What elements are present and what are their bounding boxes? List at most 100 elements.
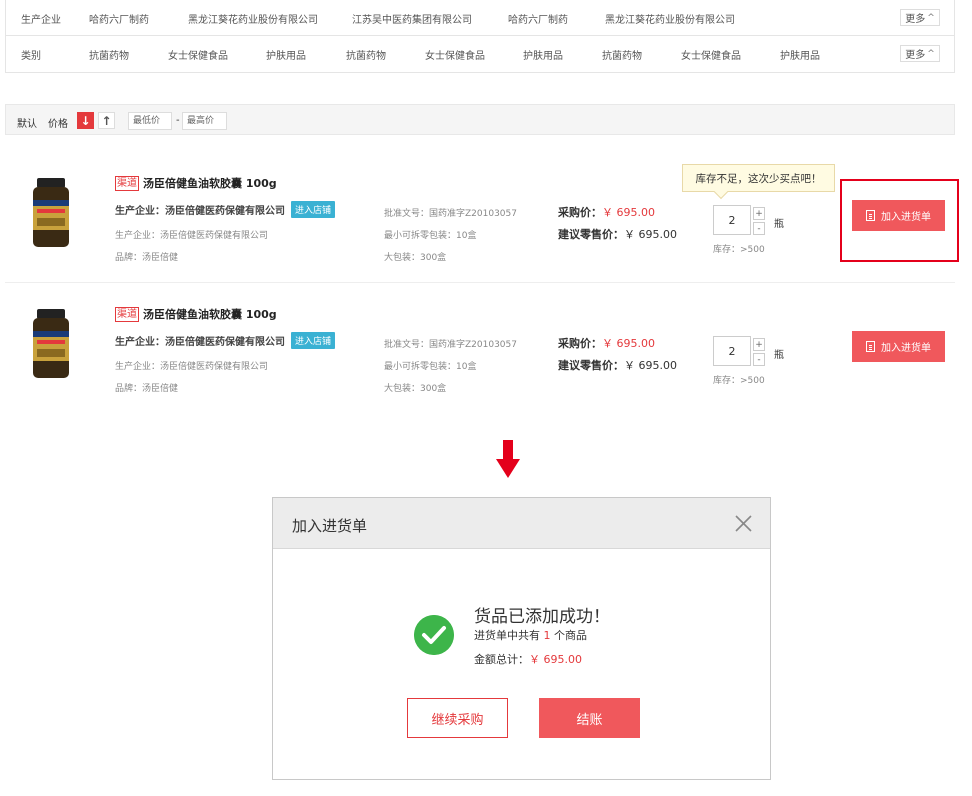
stock-label: 库存：>500 bbox=[713, 245, 765, 255]
filter-option[interactable]: 护肤用品 bbox=[523, 47, 563, 62]
filter-option[interactable]: 江苏吴中医药集团有限公司 bbox=[352, 11, 472, 26]
unit-label: 瓶 bbox=[774, 350, 784, 361]
more-button[interactable]: 更多 ^ bbox=[900, 9, 940, 26]
filter-option[interactable]: 女士保健食品 bbox=[681, 47, 741, 62]
purchase-price: ￥ 695.00 bbox=[602, 337, 655, 350]
brand: 品牌：汤臣倍健 bbox=[115, 384, 179, 394]
quantity-input[interactable]: 2 bbox=[713, 336, 751, 366]
filter-option[interactable]: 护肤用品 bbox=[780, 47, 820, 62]
filter-label: 类别 bbox=[21, 51, 41, 62]
filter-option[interactable]: 黑龙江葵花药业股份有限公司 bbox=[605, 11, 735, 26]
maker-row: 生产企业：汤臣倍健医药保健有限公司 进入店铺 bbox=[115, 201, 336, 218]
sort-asc-button[interactable]: ↑ bbox=[98, 112, 115, 129]
stock-tooltip: 库存不足，这次少买点吧！ bbox=[682, 164, 835, 192]
sort-default[interactable]: 默认 bbox=[17, 115, 37, 130]
product-name[interactable]: 汤臣倍健鱼油软胶囊 100g bbox=[143, 306, 277, 322]
product-image[interactable] bbox=[27, 309, 75, 381]
price-range-dash: - bbox=[176, 115, 180, 126]
more-label: 更多 bbox=[905, 14, 926, 25]
purchase-price-label: 采购价： bbox=[558, 337, 602, 350]
checkout-button[interactable]: 结账 bbox=[539, 698, 640, 738]
continue-shopping-button[interactable]: 继续采购 bbox=[407, 698, 508, 738]
manufacturer: 生产企业：汤臣倍健医药保健有限公司 bbox=[115, 337, 285, 348]
total-amount: ￥ 695.00 bbox=[529, 653, 582, 666]
product-row: 渠道 汤臣倍健鱼油软胶囊 100g 生产企业：汤臣倍健医药保健有限公司 进入店铺… bbox=[5, 152, 959, 283]
quantity-plus-button[interactable]: + bbox=[753, 207, 765, 220]
retail-price-label: 建议零售价： bbox=[558, 228, 624, 241]
arrow-down-icon bbox=[496, 440, 520, 478]
manufacturer: 生产企业：汤臣倍健医药保健有限公司 bbox=[115, 206, 285, 217]
add-to-list-dialog: 加入进货单 货品已添加成功！ 进货单中共有 1 个商品 金额总计：￥ 695.0… bbox=[272, 497, 771, 780]
quantity-plus-button[interactable]: + bbox=[753, 338, 765, 351]
more-label: 更多 bbox=[905, 50, 926, 61]
purchase-price-label: 采购价： bbox=[558, 206, 602, 219]
quantity-minus-button[interactable]: - bbox=[753, 353, 765, 366]
filter-panel: 生产企业 哈药六厂制药 黑龙江葵花药业股份有限公司 江苏吴中医药集团有限公司 哈… bbox=[5, 0, 955, 73]
max-price-input[interactable] bbox=[182, 112, 227, 130]
filter-row-manufacturer: 生产企业 哈药六厂制药 黑龙江葵花药业股份有限公司 江苏吴中医药集团有限公司 哈… bbox=[6, 0, 954, 36]
quantity-minus-button[interactable]: - bbox=[753, 222, 765, 235]
product-row: 渠道 汤臣倍健鱼油软胶囊 100g 生产企业：汤臣倍健医药保健有限公司 进入店铺… bbox=[5, 283, 955, 414]
unit-label: 瓶 bbox=[774, 219, 784, 230]
dialog-header: 加入进货单 bbox=[273, 498, 770, 549]
chevron-up-icon: ^ bbox=[927, 48, 935, 59]
success-check-icon bbox=[414, 615, 454, 655]
big-pack: 大包装：300盒 bbox=[384, 384, 447, 394]
quantity-input[interactable]: 2 bbox=[713, 205, 751, 235]
total-label: 金额总计： bbox=[474, 653, 529, 666]
purchase-price-line: 采购价：￥ 695.00 bbox=[558, 335, 677, 351]
retail-price: ￥ 695.00 bbox=[624, 228, 677, 241]
count-suffix: 个商品 bbox=[550, 629, 587, 642]
filter-option[interactable]: 抗菌药物 bbox=[89, 47, 129, 62]
big-pack: 大包装：300盒 bbox=[384, 253, 447, 263]
success-message: 货品已添加成功！ bbox=[474, 607, 610, 627]
filter-option[interactable]: 抗菌药物 bbox=[602, 47, 642, 62]
sort-desc-button[interactable]: ↓ bbox=[77, 112, 94, 129]
product-image[interactable] bbox=[27, 178, 75, 250]
approval-number: 批准文号：国药准字Z20103057 bbox=[384, 209, 517, 219]
filter-option[interactable]: 黑龙江葵花药业股份有限公司 bbox=[188, 11, 318, 26]
document-icon bbox=[866, 341, 875, 352]
filter-row-category: 类别 抗菌药物 女士保健食品 护肤用品 抗菌药物 女士保健食品 护肤用品 抗菌药… bbox=[6, 36, 954, 72]
arrow-down-icon: ↓ bbox=[80, 113, 91, 128]
min-pack: 最小可拆零包装：10盒 bbox=[384, 231, 477, 241]
count-prefix: 进货单中共有 bbox=[474, 629, 544, 642]
close-icon[interactable] bbox=[735, 515, 752, 532]
retail-price-label: 建议零售价： bbox=[558, 359, 624, 372]
filter-option[interactable]: 哈药六厂制药 bbox=[89, 11, 149, 26]
maker-row: 生产企业：汤臣倍健医药保健有限公司 进入店铺 bbox=[115, 332, 336, 349]
filter-option[interactable]: 抗菌药物 bbox=[346, 47, 386, 62]
purchase-price-line: 采购价：￥ 695.00 bbox=[558, 204, 677, 220]
filter-label: 生产企业 bbox=[21, 15, 61, 26]
price-block: 采购价：￥ 695.00 建议零售价：￥ 695.00 bbox=[558, 204, 677, 242]
filter-option[interactable]: 护肤用品 bbox=[266, 47, 306, 62]
filter-option[interactable]: 哈药六厂制药 bbox=[508, 11, 568, 26]
dialog-title: 加入进货单 bbox=[292, 517, 368, 535]
retail-price: ￥ 695.00 bbox=[624, 359, 677, 372]
item-count-line: 进货单中共有 1 个商品 bbox=[474, 627, 587, 643]
min-pack: 最小可拆零包装：10盒 bbox=[384, 362, 477, 372]
item-count: 1 bbox=[543, 629, 551, 642]
min-price-input[interactable] bbox=[128, 112, 172, 130]
more-button[interactable]: 更多 ^ bbox=[900, 45, 940, 62]
product-title-row: 渠道 汤臣倍健鱼油软胶囊 100g bbox=[115, 175, 277, 191]
purchase-price: ￥ 695.00 bbox=[602, 206, 655, 219]
sort-bar: 默认 价格 ↓ ↑ - bbox=[5, 104, 955, 135]
brand: 品牌：汤臣倍健 bbox=[115, 253, 179, 263]
add-button-label: 加入进货单 bbox=[881, 343, 931, 354]
channel-tag: 渠道 bbox=[115, 306, 139, 322]
enter-shop-button[interactable]: 进入店铺 bbox=[291, 332, 336, 349]
highlight-box bbox=[840, 179, 959, 262]
sort-price[interactable]: 价格 bbox=[48, 115, 68, 130]
channel-tag: 渠道 bbox=[115, 175, 139, 191]
product-name[interactable]: 汤臣倍健鱼油软胶囊 100g bbox=[143, 175, 277, 191]
add-to-purchase-list-button[interactable]: 加入进货单 bbox=[852, 331, 945, 362]
arrow-up-icon: ↑ bbox=[101, 113, 112, 128]
chevron-up-icon: ^ bbox=[927, 12, 935, 23]
approval-number: 批准文号：国药准字Z20103057 bbox=[384, 340, 517, 350]
filter-option[interactable]: 女士保健食品 bbox=[168, 47, 228, 62]
stock-label: 库存：>500 bbox=[713, 376, 765, 386]
filter-option[interactable]: 女士保健食品 bbox=[425, 47, 485, 62]
price-block: 采购价：￥ 695.00 建议零售价：￥ 695.00 bbox=[558, 335, 677, 373]
enter-shop-button[interactable]: 进入店铺 bbox=[291, 201, 336, 218]
